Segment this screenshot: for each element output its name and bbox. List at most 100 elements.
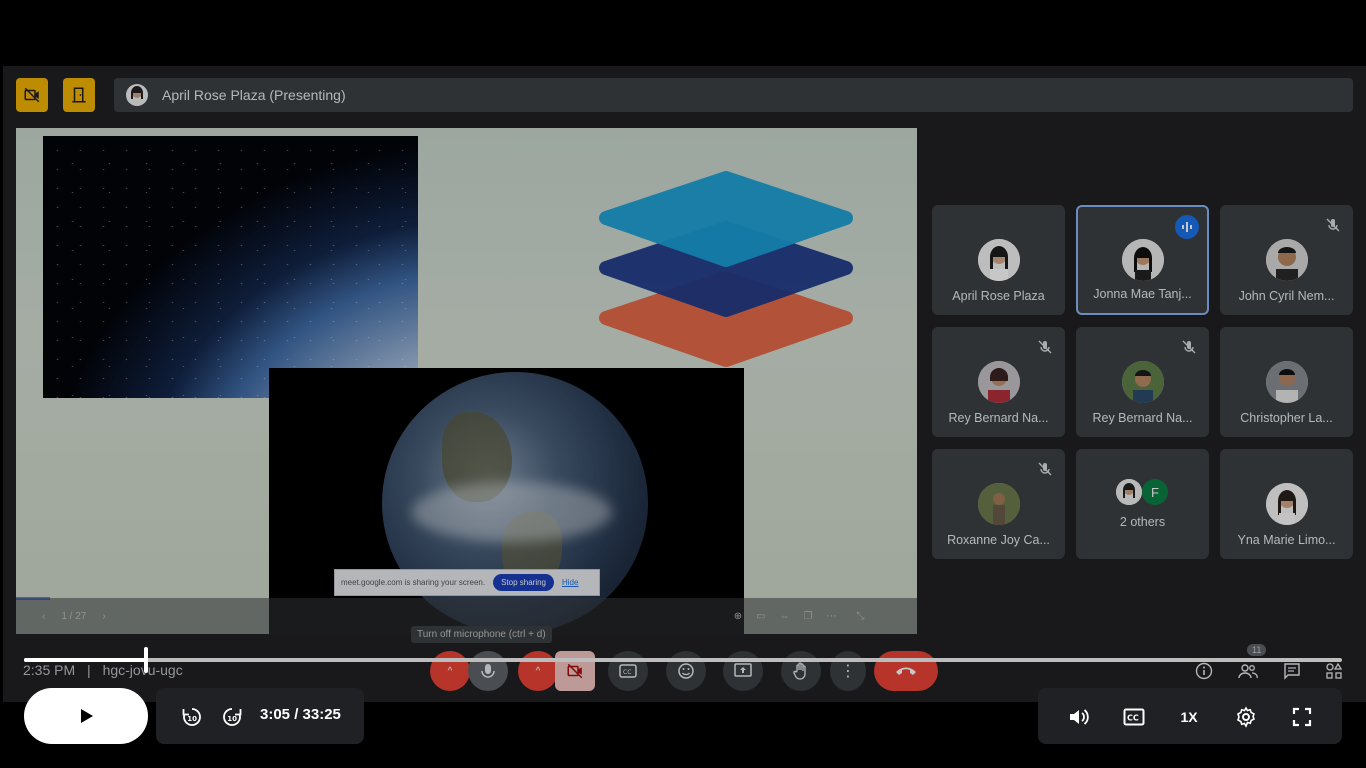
window-icon[interactable]: ❐ bbox=[804, 611, 813, 622]
play-button[interactable] bbox=[24, 688, 148, 744]
player-settings-bar: CC 1X bbox=[1038, 688, 1342, 744]
volume-icon bbox=[1070, 709, 1089, 725]
sharing-banner: meet.google.com is sharing your screen. … bbox=[334, 569, 600, 596]
playback-speed-button[interactable]: 1X bbox=[1176, 705, 1202, 729]
closed-captions-icon: CC bbox=[1123, 708, 1145, 726]
participant-tile[interactable]: Christopher La... bbox=[1220, 327, 1353, 437]
mic-tooltip: Turn off microphone (ctrl + d) bbox=[411, 626, 552, 643]
prev-slide-icon[interactable]: ‹ bbox=[42, 611, 45, 622]
meet-recording-frame: April Rose Plaza (Presenting) meet.googl… bbox=[3, 66, 1366, 702]
play-icon bbox=[81, 709, 93, 723]
participant-tile[interactable]: Rey Bernard Na... bbox=[932, 327, 1065, 437]
mic-muted-icon bbox=[1037, 461, 1053, 477]
people-icon[interactable] bbox=[1237, 660, 1259, 682]
camera-off-button[interactable] bbox=[555, 651, 595, 691]
share-notice: meet.google.com is sharing your screen. bbox=[341, 578, 486, 587]
presenter-label: April Rose Plaza (Presenting) bbox=[162, 87, 346, 103]
svg-text:CC: CC bbox=[1127, 714, 1139, 723]
avatar bbox=[977, 361, 1020, 403]
avatar bbox=[1121, 239, 1164, 281]
raise-hand-button[interactable] bbox=[781, 651, 821, 691]
playback-speed: 1X bbox=[1180, 709, 1198, 725]
participant-tile[interactable]: Jonna Mae Tanj... bbox=[1076, 205, 1209, 315]
gear-icon bbox=[1237, 706, 1256, 728]
volume-button[interactable] bbox=[1066, 705, 1090, 729]
door-icon bbox=[63, 78, 95, 112]
video-scrubber[interactable] bbox=[24, 647, 1342, 673]
rewind-10-icon: 10 bbox=[182, 708, 201, 726]
meeting-info: 2:35 PM | hgc-jovu-ugc bbox=[23, 662, 183, 678]
settings-button[interactable] bbox=[1234, 705, 1258, 729]
svg-text:CC: CC bbox=[623, 669, 631, 676]
participant-name: Rey Bernard Na... bbox=[1092, 411, 1193, 425]
participant-name: 2 others bbox=[1119, 515, 1166, 529]
shared-screen: meet.google.com is sharing your screen. … bbox=[16, 128, 917, 634]
meeting-time: 2:35 PM bbox=[23, 662, 76, 678]
participant-tile[interactable]: Roxanne Joy Ca... bbox=[932, 449, 1065, 559]
present-screen-button[interactable] bbox=[723, 651, 763, 691]
camera-options-button[interactable]: ^ bbox=[518, 651, 558, 691]
rewind-10-button[interactable]: 10 bbox=[180, 705, 204, 729]
camera-off-icon bbox=[16, 78, 48, 112]
zoom-icon[interactable]: ⊕ bbox=[734, 611, 742, 622]
emoji-button[interactable] bbox=[666, 651, 706, 691]
presenter-bar: April Rose Plaza (Presenting) bbox=[114, 78, 1353, 112]
participant-name: John Cyril Nem... bbox=[1238, 289, 1335, 303]
mic-muted-icon bbox=[1325, 217, 1341, 233]
mic-options-button[interactable]: ^ bbox=[430, 651, 470, 691]
svg-text:10: 10 bbox=[227, 715, 237, 723]
time-controls: 10 10 3:05 / 33:25 bbox=[156, 688, 364, 744]
participant-tile[interactable]: April Rose Plaza bbox=[932, 205, 1065, 315]
link-icon[interactable]: ⇔ bbox=[780, 611, 790, 622]
fullscreen-small-icon[interactable]: ⤡ bbox=[857, 611, 865, 622]
participant-name: April Rose Plaza bbox=[952, 289, 1045, 303]
avatar bbox=[1265, 239, 1308, 281]
playback-time: 3:05 / 33:25 bbox=[260, 706, 341, 723]
info-icon[interactable] bbox=[1193, 660, 1215, 682]
captions-toggle-button[interactable]: CC bbox=[1122, 705, 1146, 729]
video-player: April Rose Plaza (Presenting) meet.googl… bbox=[0, 0, 1366, 768]
speaking-indicator-icon bbox=[1175, 215, 1199, 239]
more-options-button[interactable]: ⋮ bbox=[830, 651, 866, 691]
presenter-avatar bbox=[126, 84, 148, 106]
participant-name: Christopher La... bbox=[1240, 411, 1333, 425]
avatar bbox=[977, 239, 1020, 281]
avatar bbox=[1265, 483, 1308, 525]
captions-button[interactable]: CC bbox=[608, 651, 648, 691]
participant-name: Rey Bernard Na... bbox=[948, 411, 1049, 425]
activities-icon[interactable] bbox=[1323, 660, 1345, 682]
participant-tile[interactable]: Yna Marie Limo... bbox=[1220, 449, 1353, 559]
next-slide-icon[interactable]: › bbox=[102, 611, 105, 622]
avatar bbox=[977, 483, 1020, 525]
participant-name: Roxanne Joy Ca... bbox=[947, 533, 1050, 547]
people-count-badge: 11 bbox=[1247, 644, 1267, 656]
mic-muted-icon bbox=[1037, 339, 1053, 355]
space-earth-image bbox=[43, 136, 418, 398]
initial-avatar: F bbox=[1142, 479, 1168, 505]
slide-page: 1 / 27 bbox=[61, 610, 87, 622]
more-small-icon[interactable]: ⋯ bbox=[827, 611, 837, 622]
scrubber-progress bbox=[24, 658, 146, 662]
chat-icon[interactable] bbox=[1281, 660, 1303, 682]
participant-name: Yna Marie Limo... bbox=[1237, 533, 1336, 547]
participant-tile[interactable]: Rey Bernard Na... bbox=[1076, 327, 1209, 437]
layers-graphic bbox=[596, 168, 856, 368]
meeting-code: hgc-jovu-ugc bbox=[102, 662, 183, 678]
avatar bbox=[1116, 479, 1142, 505]
end-call-button[interactable] bbox=[874, 651, 938, 691]
stop-sharing-button[interactable]: Stop sharing bbox=[493, 574, 554, 591]
participant-tile[interactable]: F 2 others bbox=[1076, 449, 1209, 559]
avatar bbox=[1265, 361, 1308, 403]
participant-tile[interactable]: John Cyril Nem... bbox=[1220, 205, 1353, 315]
fullscreen-button[interactable] bbox=[1290, 705, 1314, 729]
scrubber-handle[interactable] bbox=[143, 647, 148, 673]
avatar bbox=[1121, 361, 1164, 403]
hide-link[interactable]: Hide bbox=[562, 578, 578, 587]
mic-muted-icon bbox=[1181, 339, 1197, 355]
participant-name: Jonna Mae Tanj... bbox=[1093, 287, 1192, 301]
microphone-button[interactable] bbox=[468, 651, 508, 691]
forward-10-icon: 10 bbox=[223, 708, 242, 726]
svg-text:10: 10 bbox=[187, 715, 197, 723]
forward-10-button[interactable]: 10 bbox=[220, 705, 244, 729]
captions-small-icon[interactable]: ▭ bbox=[756, 611, 765, 622]
